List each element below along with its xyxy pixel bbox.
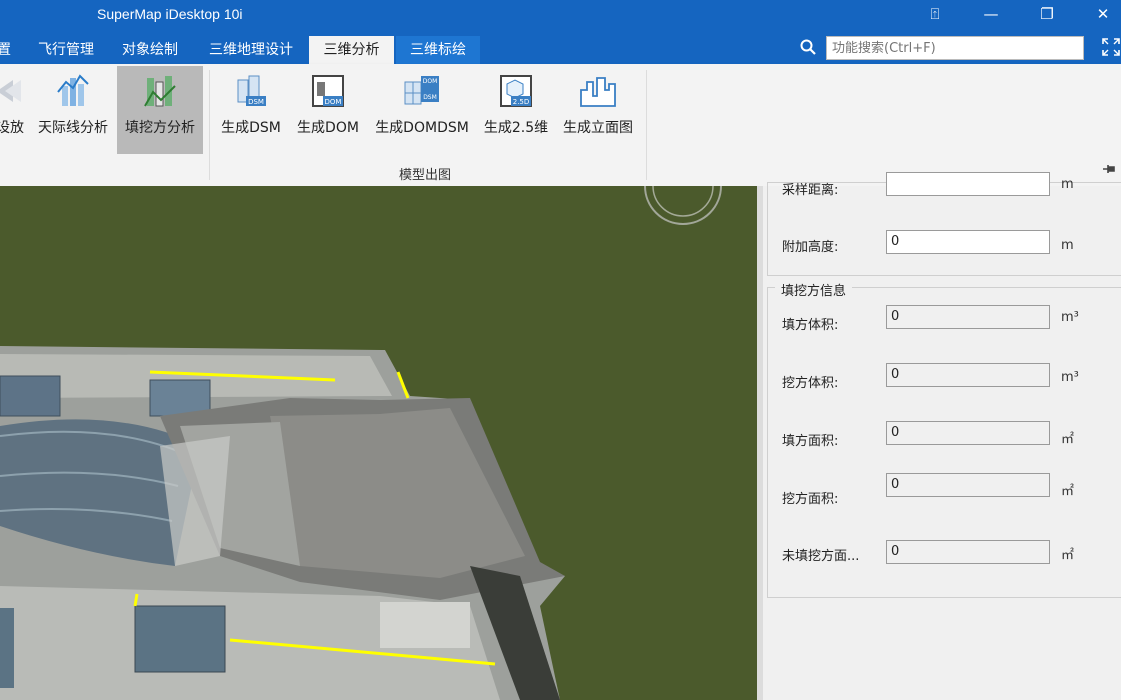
ribbon-panel: 设放 天际线分析 填挖方分析 DSM 生成DSM DOM 生成DOM DOM D… (0, 64, 1121, 187)
fill-area-field: 0 (886, 421, 1050, 445)
tab-3d-plotting[interactable]: 三维标绘 (396, 36, 480, 64)
additional-height-unit: m (1061, 238, 1074, 253)
cut-area-unit: ㎡ (1061, 484, 1075, 499)
tab-geodesign[interactable]: 三维地理设计 (195, 36, 307, 64)
minimize-button[interactable]: — (966, 0, 1016, 31)
svg-text:DSM: DSM (248, 98, 264, 106)
sampling-distance-field[interactable] (886, 172, 1050, 196)
additional-height-label: 附加高度: (782, 240, 839, 255)
generate-2-5d-button[interactable]: 2.5D 生成2.5维 (480, 66, 552, 154)
ribbon-separator (646, 70, 647, 180)
fill-volume-unit: m³ (1061, 310, 1079, 325)
svg-text:DSM: DSM (423, 94, 437, 101)
unaffected-area-unit: ㎡ (1061, 548, 1075, 563)
tab-drawing[interactable]: 对象绘制 (110, 36, 190, 64)
dom-icon: DOM (312, 75, 344, 107)
cut-area-label: 挖方面积: (782, 492, 839, 507)
cut-fill-info-group-title: 填挖方信息 (775, 280, 853, 299)
dsm-icon: DSM (237, 75, 266, 106)
pin-icon[interactable] (1101, 161, 1117, 177)
generate-elevation-button[interactable]: 生成立面图 (560, 66, 636, 154)
skyline-analysis-button[interactable]: 天际线分析 (34, 66, 112, 154)
generate-dsm-button[interactable]: DSM 生成DSM (218, 66, 284, 154)
restore-button[interactable]: ❐ (1022, 0, 1072, 31)
fullscreen-icon[interactable] (1101, 37, 1121, 57)
3d-scene-viewport[interactable] (0, 186, 757, 700)
cut-area-field: 0 (886, 473, 1050, 497)
domdsm-icon: DOM DSM (404, 76, 439, 105)
ribbon-display-button[interactable]: ⍐ (910, 0, 960, 31)
playback-button[interactable]: 设放 (0, 66, 30, 154)
tab-3d-analysis[interactable]: 三维分析 (309, 36, 394, 64)
cut-volume-unit: m³ (1061, 370, 1079, 385)
window-title: SuperMap iDesktop 10i (97, 6, 243, 22)
sampling-distance-unit: m (1061, 177, 1074, 192)
cut-fill-analysis-button[interactable]: 填挖方分析 (117, 66, 203, 154)
unaffected-area-field: 0 (886, 540, 1050, 564)
unaffected-area-label: 未填挖方面... (782, 549, 860, 564)
cut-volume-field: 0 (886, 363, 1050, 387)
search-icon[interactable] (800, 39, 816, 55)
skyline-icon (57, 74, 89, 106)
generate-dom-button[interactable]: DOM 生成DOM (292, 66, 364, 154)
elevation-icon (580, 77, 616, 107)
svg-text:DOM: DOM (423, 78, 438, 85)
tab-flight[interactable]: 飞行管理 (26, 36, 106, 64)
ribbon-group-label: 模型出图 (399, 168, 452, 183)
svg-text:DOM: DOM (325, 98, 342, 106)
ribbon-separator (209, 70, 210, 180)
fill-area-label: 填方面积: (782, 434, 839, 449)
generate-domdsm-button[interactable]: DOM DSM 生成DOMDSM (372, 66, 472, 154)
tab-settings[interactable]: 置 (0, 36, 12, 64)
additional-height-field[interactable]: 0 (886, 230, 1050, 254)
function-search-input[interactable] (826, 36, 1084, 60)
cut-fill-properties-panel: 采样距离: m 附加高度: 0 m 填方体积: 0 m³ 挖方体积: 0 m³ … (757, 172, 1121, 700)
title-bar: SuperMap iDesktop 10i ⍐ — ❐ ✕ (0, 0, 1121, 31)
close-button[interactable]: ✕ (1078, 0, 1121, 31)
svg-text:2.5D: 2.5D (513, 98, 530, 106)
fill-volume-field: 0 (886, 305, 1050, 329)
playback-icon (0, 80, 21, 102)
2-5d-icon: 2.5D (500, 75, 532, 107)
cut-fill-icon (144, 76, 176, 107)
sampling-distance-label: 采样距离: (782, 183, 839, 198)
fill-volume-label: 填方体积: (782, 318, 839, 333)
cut-volume-label: 挖方体积: (782, 376, 839, 391)
fill-area-unit: ㎡ (1061, 432, 1075, 447)
